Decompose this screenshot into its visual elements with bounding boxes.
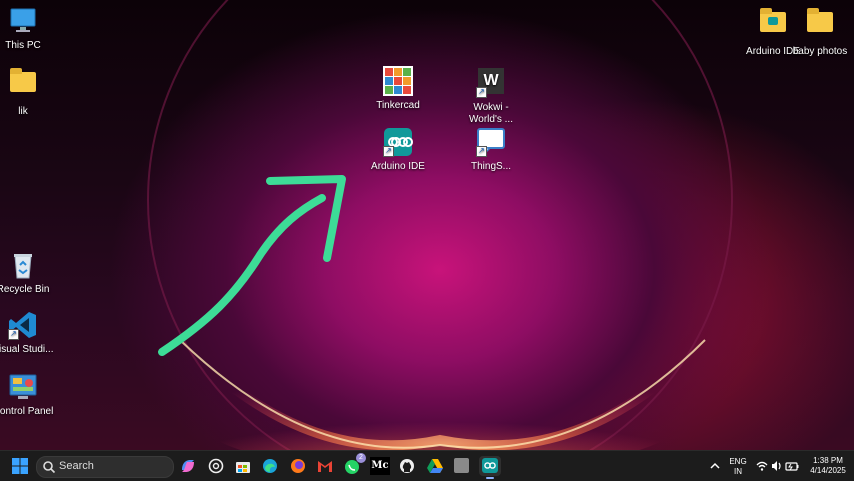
search-label: Search [59,460,94,472]
taskbar-medium[interactable]: Mc [369,456,391,476]
taskbar-whatsapp[interactable]: 2 [342,453,366,476]
medium-icon: Mc [370,457,390,475]
desktop-icon-label: baby photos [792,46,848,57]
taskbar-store[interactable] [232,456,254,476]
desktop-icon-visual-studio[interactable]: ↗ Visual Studi... [0,310,54,356]
copilot-icon [182,460,194,472]
annotation-arrow-shaft [158,194,326,356]
desktop-icon-label: Visual Studi... [0,344,54,355]
taskbar-blank-app[interactable] [451,456,473,476]
taskbar: Search 2 Mc ENG IN 1:38 PM 4/14/2025 [0,450,854,481]
app-tile-icon [454,458,469,473]
folder-icon [805,8,835,42]
start-button[interactable] [9,456,31,476]
desktop-icon-label: Tinkercad [376,100,420,111]
language-region: IN [734,467,742,476]
tinkercad-icon [383,66,413,96]
desktop-icon-label: Control Panel [0,406,54,417]
folder-icon [8,68,38,102]
desktop-icon-wokwi[interactable]: W ↗ Wokwi - World's ... [460,68,522,126]
arduino-icon [482,458,498,473]
desktop-icon-tinkercad[interactable]: Tinkercad [367,66,429,112]
desktop-icon-this-pc[interactable]: This PC [0,6,54,52]
taskbar-google-drive[interactable] [424,456,446,476]
recycle-bin-icon [8,250,38,280]
control-panel-icon [8,372,38,402]
monitor-icon [8,6,38,36]
clock-date: 4/14/2025 [810,466,846,475]
clock[interactable]: 1:38 PM 4/14/2025 [806,456,850,476]
speech-bubble-icon: ↗ [476,127,506,157]
language-code: ENG [729,457,747,466]
language-indicator[interactable]: ENG IN [726,457,750,477]
desktop-icon-arduino-ide[interactable]: ↗ Arduino IDE [367,127,429,173]
desktop-icon-lik[interactable]: lik [0,66,54,118]
windows-logo-icon [12,458,28,474]
desktop-icon-baby-photos[interactable]: baby photos [789,6,851,58]
github-icon [400,459,414,473]
desktop-icon-control-panel[interactable]: Control Panel [0,372,54,418]
notification-badge: 2 [356,453,366,463]
folder-icon [758,8,788,42]
edge-browser-icon [263,459,277,473]
shortcut-arrow-icon: ↗ [476,87,487,98]
desktop-icon-recycle-bin[interactable]: Recycle Bin [0,250,54,296]
desktop-icon-label: Arduino IDE [371,161,425,172]
volume-icon [772,461,781,471]
battery-icon [785,462,799,471]
desktop-icon-label: Wokwi - World's ... [469,102,513,125]
shortcut-arrow-icon: ↗ [8,329,19,340]
store-bag-icon [236,462,250,473]
vscode-icon: ↗ [8,310,38,340]
annotation-arrow-head [266,175,346,262]
taskbar-edge[interactable] [259,456,281,476]
chevron-up-icon [710,462,720,469]
desktop-icon-thingspeak[interactable]: ↗ ThingS... [460,127,522,173]
wifi-icon [756,461,768,471]
search-icon [43,461,56,474]
google-drive-icon [427,459,443,473]
show-hidden-icons-button[interactable] [704,456,726,476]
wokwi-icon: W ↗ [476,68,506,98]
taskbar-copilot[interactable] [177,456,199,476]
clock-time: 1:38 PM [813,456,843,465]
taskbar-search-box[interactable]: Search [36,456,174,478]
quick-settings-button[interactable] [754,458,800,474]
taskbar-chatgpt[interactable] [205,456,227,476]
taskbar-firefox[interactable] [287,456,309,476]
firefox-icon [291,459,305,473]
taskbar-gmail[interactable] [314,456,336,476]
desktop-icon-label: lik [18,106,28,117]
gmail-icon [318,461,332,472]
desktop-icon-label: ThingS... [470,161,512,172]
shortcut-arrow-icon: ↗ [383,146,394,157]
chatgpt-icon [208,458,224,474]
desktop-icon-label: Recycle Bin [0,284,50,295]
desktop-icon-label: This PC [5,40,41,51]
arduino-icon: ↗ [383,127,413,157]
taskbar-github[interactable] [396,456,418,476]
shortcut-arrow-icon: ↗ [476,146,487,157]
taskbar-arduino-ide[interactable] [479,456,501,479]
active-indicator [486,477,494,479]
